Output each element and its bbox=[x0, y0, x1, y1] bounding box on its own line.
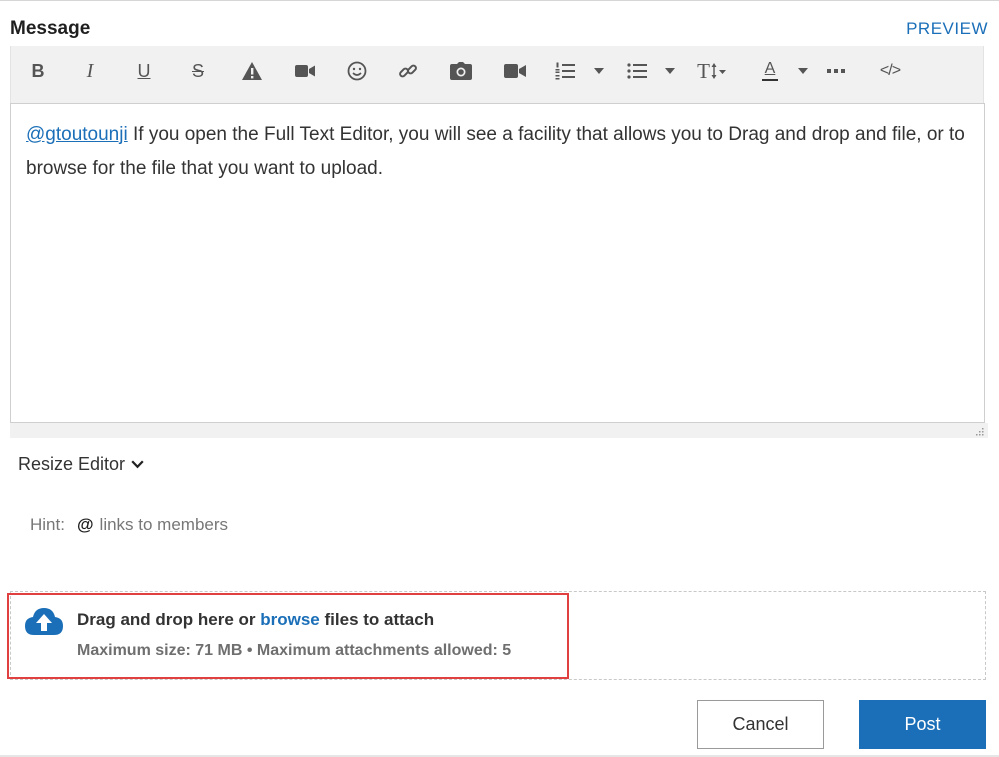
highlight-box bbox=[7, 593, 569, 679]
bullet-list-button[interactable] bbox=[625, 54, 649, 88]
top-divider bbox=[0, 0, 999, 1]
code-icon: </> bbox=[879, 62, 901, 79]
italic-icon: I bbox=[86, 59, 94, 82]
bullet-list-icon bbox=[627, 63, 647, 79]
bullet-list-dropdown[interactable] bbox=[663, 54, 677, 88]
browse-link[interactable]: browse bbox=[260, 610, 320, 629]
resize-editor-toggle[interactable]: Resize Editor bbox=[18, 454, 144, 475]
italic-button[interactable]: I bbox=[77, 54, 103, 88]
font-size-button[interactable]: T bbox=[693, 54, 731, 88]
font-size-icon: T bbox=[697, 58, 710, 83]
font-color-dropdown[interactable] bbox=[796, 54, 810, 88]
member-mention[interactable]: @gtoutounji bbox=[26, 124, 128, 145]
message-header: Message PREVIEW bbox=[10, 18, 988, 44]
dropzone-suffix: files to attach bbox=[319, 610, 435, 629]
strikethrough-icon: S bbox=[191, 60, 204, 81]
at-symbol: @ bbox=[76, 515, 94, 534]
link-icon bbox=[399, 64, 417, 78]
emoji-button[interactable] bbox=[343, 54, 371, 88]
strikethrough-button[interactable]: S bbox=[185, 54, 211, 88]
caret-down-icon bbox=[665, 68, 675, 74]
hint-text: links to members bbox=[99, 515, 229, 534]
editor-toolbar: B I U S T A </> bbox=[10, 46, 984, 104]
message-label: Message bbox=[10, 18, 91, 39]
hint-label: Hint: bbox=[30, 515, 65, 534]
underline-button[interactable]: U bbox=[131, 54, 157, 88]
numbered-list-icon bbox=[555, 62, 575, 80]
attachment-limits: Maximum size: 71 MB • Maximum attachment… bbox=[77, 642, 512, 659]
bold-button[interactable]: B bbox=[25, 54, 51, 88]
font-color-button[interactable]: A bbox=[759, 54, 781, 88]
numbered-list-dropdown[interactable] bbox=[592, 54, 606, 88]
video-embed-button[interactable] bbox=[291, 54, 319, 88]
caret-down-icon bbox=[594, 68, 604, 74]
dropzone-instructions: Drag and drop here or browse files to at… bbox=[77, 610, 434, 630]
caret-down-icon bbox=[798, 68, 808, 74]
editor-footer bbox=[10, 423, 988, 438]
chevron-down-icon bbox=[131, 460, 144, 469]
camera-icon bbox=[450, 62, 472, 80]
numbered-list-button[interactable] bbox=[553, 54, 577, 88]
preview-link[interactable]: PREVIEW bbox=[906, 19, 988, 39]
video-camera-icon bbox=[504, 64, 526, 78]
dropzone-prefix: Drag and drop here or bbox=[77, 610, 261, 629]
cancel-button[interactable]: Cancel bbox=[697, 700, 824, 749]
more-icon bbox=[827, 69, 845, 73]
resize-editor-label: Resize Editor bbox=[18, 454, 126, 474]
editor-body-text: If you open the Full Text Editor, you wi… bbox=[26, 124, 965, 179]
underline-icon: U bbox=[137, 60, 151, 81]
insert-photo-button[interactable] bbox=[447, 54, 475, 88]
spoiler-button[interactable] bbox=[237, 54, 267, 88]
smiley-icon bbox=[347, 61, 367, 81]
insert-link-button[interactable] bbox=[394, 54, 422, 88]
mention-hint: Hint: @ links to members bbox=[30, 515, 228, 535]
insert-video-button[interactable] bbox=[501, 54, 529, 88]
font-color-icon: A bbox=[764, 60, 776, 77]
video-camera-icon bbox=[295, 65, 315, 77]
bold-icon: B bbox=[31, 60, 45, 81]
cloud-upload-icon bbox=[25, 608, 63, 635]
message-editor[interactable]: @gtoutounji If you open the Full Text Ed… bbox=[10, 103, 985, 423]
resize-grip-icon[interactable] bbox=[974, 426, 984, 436]
warning-icon bbox=[242, 62, 262, 80]
post-button[interactable]: Post bbox=[859, 700, 986, 749]
size-arrows-icon bbox=[711, 63, 726, 79]
more-button[interactable] bbox=[825, 54, 847, 88]
font-color-swatch bbox=[762, 79, 778, 81]
source-code-button[interactable]: </> bbox=[876, 54, 904, 88]
